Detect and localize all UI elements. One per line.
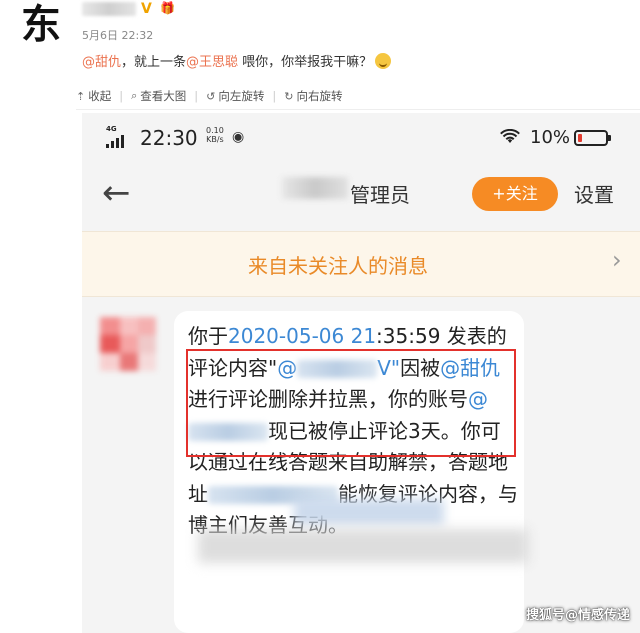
status-time: 22:30 (140, 126, 198, 150)
stranger-banner-label: 来自未关注人的消息 (248, 254, 428, 278)
chat-title: 管理员 (350, 183, 410, 207)
battery-icon (574, 130, 611, 146)
collapse-button[interactable]: ⇡ 收起 (76, 88, 111, 104)
vip-badge: V (141, 1, 152, 17)
view-large-button[interactable]: ⌕ 查看大图 (131, 88, 186, 104)
image-toolbar: ⇡ 收起 | ⌕ 查看大图 | ↺ 向左旋转 | ↻ 向右旋转 (76, 88, 342, 104)
speed-unit: KB/s (206, 135, 224, 144)
chevron-right-icon: › (612, 246, 622, 274)
toolbar-separator: | (194, 89, 199, 103)
wifi-icon (500, 128, 520, 149)
crying-emoji-icon (375, 53, 392, 69)
divider (76, 109, 640, 110)
signal-icon: 4G (106, 125, 124, 148)
network-type: 4G (106, 125, 117, 133)
post-time[interactable]: 5月6日 22:32 (82, 27, 153, 43)
phone-status-bar: 4G 22:30 0.10 KB/s ◉ 10% (82, 113, 640, 163)
magnifier-icon: ⌕ (131, 89, 138, 102)
weibo-notification-icon: ◉ (232, 129, 245, 145)
highlight-box (186, 349, 516, 457)
mention-link[interactable]: @王思聪 (186, 55, 238, 70)
view-large-label: 查看大图 (140, 89, 187, 103)
toolbar-separator: | (119, 89, 124, 103)
follow-button[interactable]: +关注 (472, 177, 558, 211)
avatar-char: 东 (21, 1, 61, 48)
post-text: @甜仇，就上一条@王思聪 喂你，你举报我干嘛？ (82, 51, 392, 70)
network-speed: 0.10 KB/s (206, 126, 224, 144)
redaction-overlay (198, 529, 528, 563)
rotate-left-button[interactable]: ↺ 向左旋转 (206, 88, 264, 104)
rotate-right-button[interactable]: ↻ 向右旋转 (284, 88, 342, 104)
mention-link[interactable]: @甜仇 (82, 55, 121, 70)
attached-screenshot[interactable]: 4G 22:30 0.10 KB/s ◉ 10% ← 管理员 +关注 设置 来自… (82, 113, 640, 633)
title-redacted (282, 177, 348, 199)
redaction-overlay (294, 499, 444, 525)
sender-avatar[interactable] (100, 317, 156, 371)
level-badge-icon: 🎁 (160, 1, 175, 15)
collapse-label: 收起 (88, 89, 112, 103)
battery-percent: 10% (530, 127, 571, 148)
watermark: 搜狐号@情感传递 (525, 608, 630, 623)
post-text-segment: ，就上一条 (121, 55, 187, 70)
message-segment: 你于 (188, 324, 228, 348)
back-arrow-icon[interactable]: ← (102, 173, 131, 213)
user-avatar[interactable]: 东 (14, 2, 68, 48)
speed-value: 0.10 (206, 126, 224, 135)
toolbar-separator: | (272, 89, 277, 103)
rotate-right-icon: ↻ (284, 89, 294, 103)
rotate-left-label: 向左旋转 (218, 89, 265, 103)
rotate-right-label: 向右旋转 (296, 89, 343, 103)
stranger-messages-banner[interactable]: 来自未关注人的消息 › (82, 231, 640, 297)
username-redacted[interactable] (82, 2, 136, 16)
settings-button[interactable]: 设置 (574, 179, 614, 208)
datetime-link[interactable]: 2020-05-06 21 (228, 324, 376, 348)
rotate-left-icon: ↺ (206, 89, 216, 103)
collapse-icon: ⇡ (76, 89, 86, 103)
post-text-segment: 喂你，你举报我干嘛？ (238, 55, 373, 70)
